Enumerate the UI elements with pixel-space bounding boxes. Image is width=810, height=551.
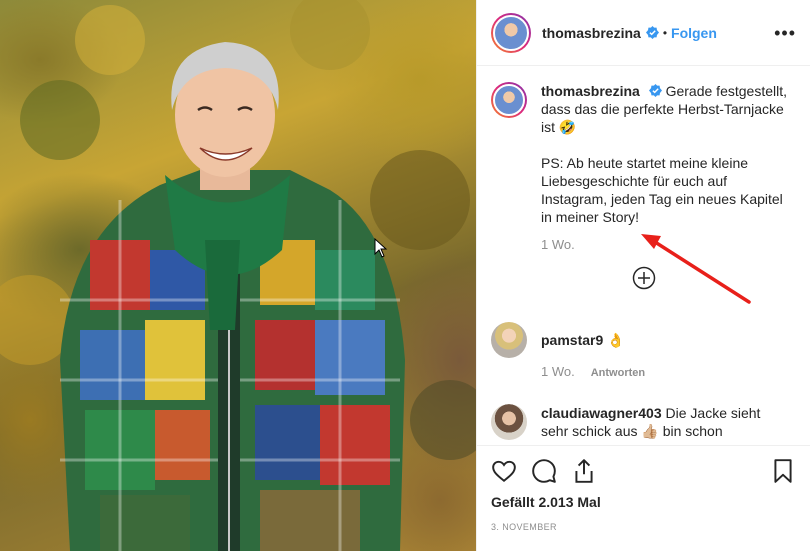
caption-text: thomasbrezina Gerade festgestellt, dass … (541, 82, 791, 254)
post-date: 3. NOVEMBER (491, 522, 557, 532)
portrait-image (0, 0, 476, 551)
heart-icon[interactable] (491, 458, 517, 484)
mouse-cursor-icon (374, 238, 388, 258)
instagram-post: thomasbrezina • Folgen ••• thomasbrezina (0, 0, 810, 551)
bookmark-icon[interactable] (770, 458, 796, 484)
separator-dot: • (662, 25, 668, 40)
commenter-avatar[interactable] (491, 322, 527, 358)
comment-icon[interactable] (531, 458, 557, 484)
comments-area[interactable]: thomasbrezina Gerade festgestellt, dass … (477, 66, 810, 445)
comment-content: 👌 (607, 332, 625, 348)
verified-badge-icon (648, 84, 662, 97)
comment-item: pamstar9 👌 1 Wo. Antworten (491, 322, 796, 382)
reply-button[interactable]: Antworten (591, 364, 645, 382)
post-photo[interactable] (0, 0, 476, 551)
commenter-avatar[interactable] (491, 404, 527, 440)
post-header: thomasbrezina • Folgen ••• (477, 0, 810, 66)
caption: thomasbrezina Gerade festgestellt, dass … (491, 82, 796, 254)
action-icons (491, 456, 796, 486)
post-actions: Gefällt 2.013 Mal 3. NOVEMBER (477, 445, 810, 551)
verified-badge-icon (645, 26, 659, 39)
caption-line-2: PS: Ab heute startet meine kleine Liebes… (541, 155, 783, 225)
likes-count[interactable]: Gefällt 2.013 Mal (491, 494, 796, 510)
follow-button[interactable]: Folgen (671, 25, 717, 41)
author-avatar[interactable] (491, 12, 531, 53)
comment-item: claudiawagner403 Die Jacke sieht sehr sc… (491, 404, 796, 440)
comment-meta: 1 Wo. Antworten (541, 363, 791, 382)
caption-age: 1 Wo. (541, 237, 575, 252)
author-username[interactable]: thomasbrezina (542, 25, 641, 41)
share-icon[interactable] (571, 458, 597, 484)
comment-age: 1 Wo. (541, 364, 575, 379)
comment-text: pamstar9 👌 1 Wo. Antworten (541, 322, 791, 382)
comment-text: claudiawagner403 Die Jacke sieht sehr sc… (541, 404, 791, 440)
commenter-username[interactable]: claudiawagner403 (541, 405, 662, 421)
more-options-button[interactable]: ••• (774, 24, 796, 42)
caption-avatar[interactable] (491, 82, 527, 118)
post-side-panel: thomasbrezina • Folgen ••• thomasbrezina (476, 0, 810, 551)
caption-username[interactable]: thomasbrezina (541, 83, 640, 99)
commenter-username[interactable]: pamstar9 (541, 332, 603, 348)
plus-circle-icon[interactable] (632, 266, 656, 290)
